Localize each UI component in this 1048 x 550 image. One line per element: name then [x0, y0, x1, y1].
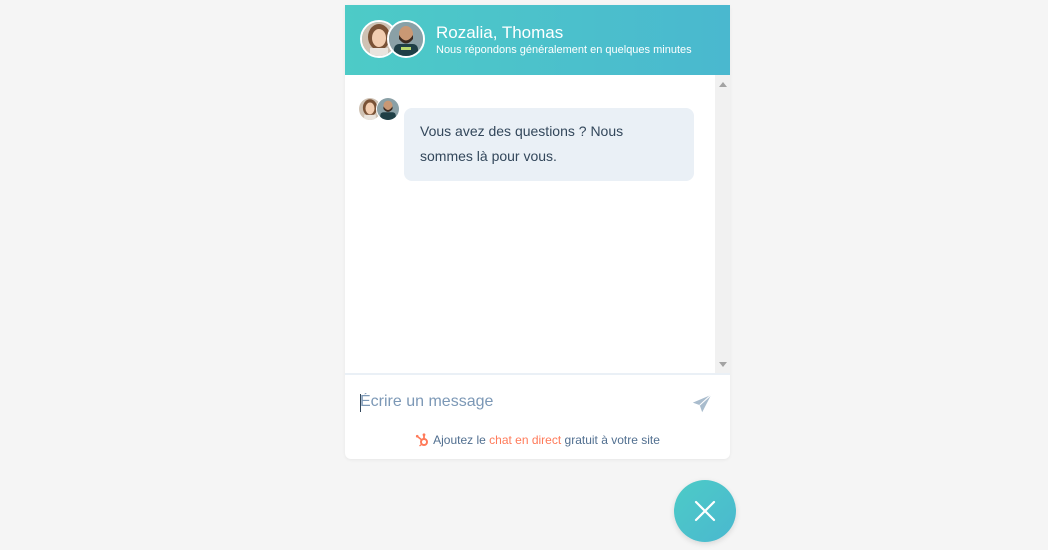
scroll-down-arrow-icon[interactable] [719, 362, 727, 367]
scroll-up-arrow-icon[interactable] [719, 82, 727, 87]
branding-link[interactable]: chat en direct [489, 433, 561, 447]
chat-widget: Rozalia, Thomas Nous répondons généralem… [345, 5, 730, 459]
send-button[interactable] [691, 393, 713, 415]
avatar-thomas [387, 20, 425, 58]
hubspot-sprocket-icon [415, 433, 429, 451]
branding-line: Ajoutez le chat en direct gratuit à votr… [345, 432, 730, 451]
close-icon [694, 500, 716, 522]
header-subtitle: Nous répondons généralement en quelques … [436, 44, 692, 56]
branding-prefix: Ajoutez le [433, 433, 490, 447]
message-sender-avatars [358, 97, 402, 123]
text-caret [360, 394, 361, 412]
message-area: Vous avez des questions ? Nous sommes là… [345, 75, 730, 373]
close-chat-button[interactable] [674, 480, 736, 542]
message-bubble: Vous avez des questions ? Nous sommes là… [404, 108, 694, 181]
chat-header: Rozalia, Thomas Nous répondons généralem… [345, 5, 730, 75]
branding-suffix: gratuit à votre site [561, 433, 660, 447]
avatar-thomas-small [376, 97, 400, 121]
paper-plane-icon [692, 394, 712, 413]
message-scrollbar[interactable] [715, 75, 730, 373]
message-input[interactable] [360, 389, 680, 415]
message-composer: Ajoutez le chat en direct gratuit à votr… [345, 373, 730, 459]
header-names: Rozalia, Thomas [436, 23, 564, 42]
